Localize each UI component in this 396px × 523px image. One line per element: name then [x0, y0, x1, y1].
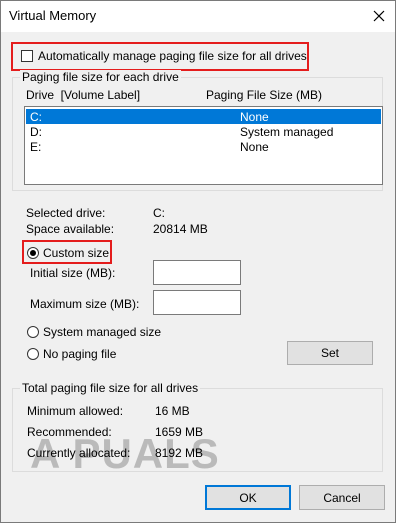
column-header-drive: Drive [Volume Label]	[26, 88, 141, 102]
initial-size-input[interactable]	[153, 260, 241, 285]
drive-listbox[interactable]: C: None D: System managed E: None	[24, 106, 383, 185]
column-header-size: Paging File Size (MB)	[206, 88, 323, 102]
window-title: Virtual Memory	[9, 8, 97, 23]
drive-paging-size: None	[240, 140, 269, 154]
cancel-button[interactable]: Cancel	[299, 485, 385, 510]
drive-letter: C:	[30, 110, 42, 124]
drive-letter: E:	[30, 140, 42, 154]
space-available-label: Space available:	[26, 222, 115, 236]
set-button[interactable]: Set	[287, 341, 373, 365]
custom-size-radio[interactable]	[27, 247, 39, 259]
radio-selected-dot	[30, 250, 36, 256]
initial-size-label: Initial size (MB):	[30, 266, 116, 280]
auto-manage-label[interactable]: Automatically manage paging file size fo…	[38, 49, 307, 63]
maximum-size-input[interactable]	[153, 290, 241, 315]
recommended-value: 1659 MB	[155, 425, 204, 439]
minimum-allowed-label: Minimum allowed:	[27, 404, 124, 418]
custom-size-label[interactable]: Custom size:	[43, 246, 112, 260]
totals-group-label: Total paging file size for all drives	[20, 381, 201, 395]
selected-drive-label: Selected drive:	[26, 206, 106, 220]
selected-drive-value: C:	[153, 206, 165, 220]
auto-manage-checkbox[interactable]	[21, 50, 33, 62]
drive-letter: D:	[30, 125, 42, 139]
no-paging-radio[interactable]	[27, 348, 39, 360]
maximum-size-label: Maximum size (MB):	[30, 297, 140, 311]
drive-paging-size: None	[240, 110, 269, 124]
per-drive-group-label: Paging file size for each drive	[20, 70, 181, 84]
currently-allocated-value: 8192 MB	[155, 446, 204, 460]
drive-row-d[interactable]: D: System managed	[26, 124, 381, 139]
close-icon	[373, 10, 385, 22]
ok-button[interactable]: OK	[205, 485, 291, 510]
drive-row-e[interactable]: E: None	[26, 139, 381, 154]
currently-allocated-label: Currently allocated:	[27, 446, 131, 460]
close-button[interactable]	[364, 2, 394, 30]
space-available-value: 20814 MB	[153, 222, 208, 236]
system-managed-radio[interactable]	[27, 326, 39, 338]
drive-paging-size: System managed	[240, 125, 334, 139]
system-managed-label[interactable]: System managed size	[43, 325, 161, 339]
recommended-label: Recommended:	[27, 425, 112, 439]
no-paging-label[interactable]: No paging file	[43, 347, 116, 361]
drive-row-c[interactable]: C: None	[26, 109, 381, 124]
minimum-allowed-value: 16 MB	[155, 404, 190, 418]
